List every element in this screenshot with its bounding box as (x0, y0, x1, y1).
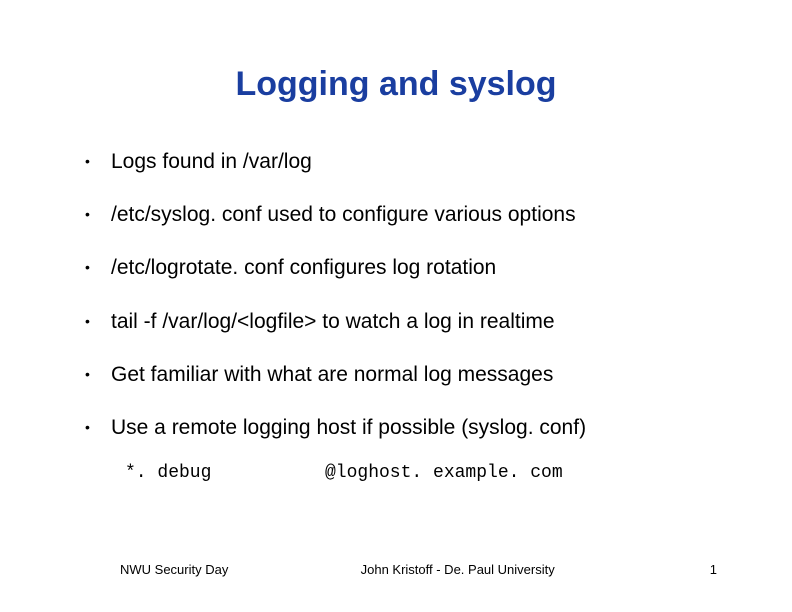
page-title: Logging and syslog (75, 65, 717, 104)
footer: NWU Security Day John Kristoff - De. Pau… (0, 562, 792, 577)
list-item: Get familiar with what are normal log me… (85, 362, 717, 387)
footer-page-number: 1 (687, 562, 717, 577)
code-right: @loghost. example. com (325, 463, 563, 483)
code-example: *. debug @loghost. example. com (75, 463, 717, 483)
list-item: /etc/logrotate. conf configures log rota… (85, 255, 717, 280)
list-item: Use a remote logging host if possible (s… (85, 415, 717, 440)
bullet-list: Logs found in /var/log /etc/syslog. conf… (75, 149, 717, 440)
list-item: Logs found in /var/log (85, 149, 717, 174)
footer-left: NWU Security Day (120, 562, 228, 577)
list-item: /etc/syslog. conf used to configure vari… (85, 202, 717, 227)
code-left: *. debug (125, 463, 325, 483)
slide: Logging and syslog Logs found in /var/lo… (0, 0, 792, 612)
footer-center: John Kristoff - De. Paul University (228, 562, 687, 577)
list-item: tail -f /var/log/<logfile> to watch a lo… (85, 309, 717, 334)
